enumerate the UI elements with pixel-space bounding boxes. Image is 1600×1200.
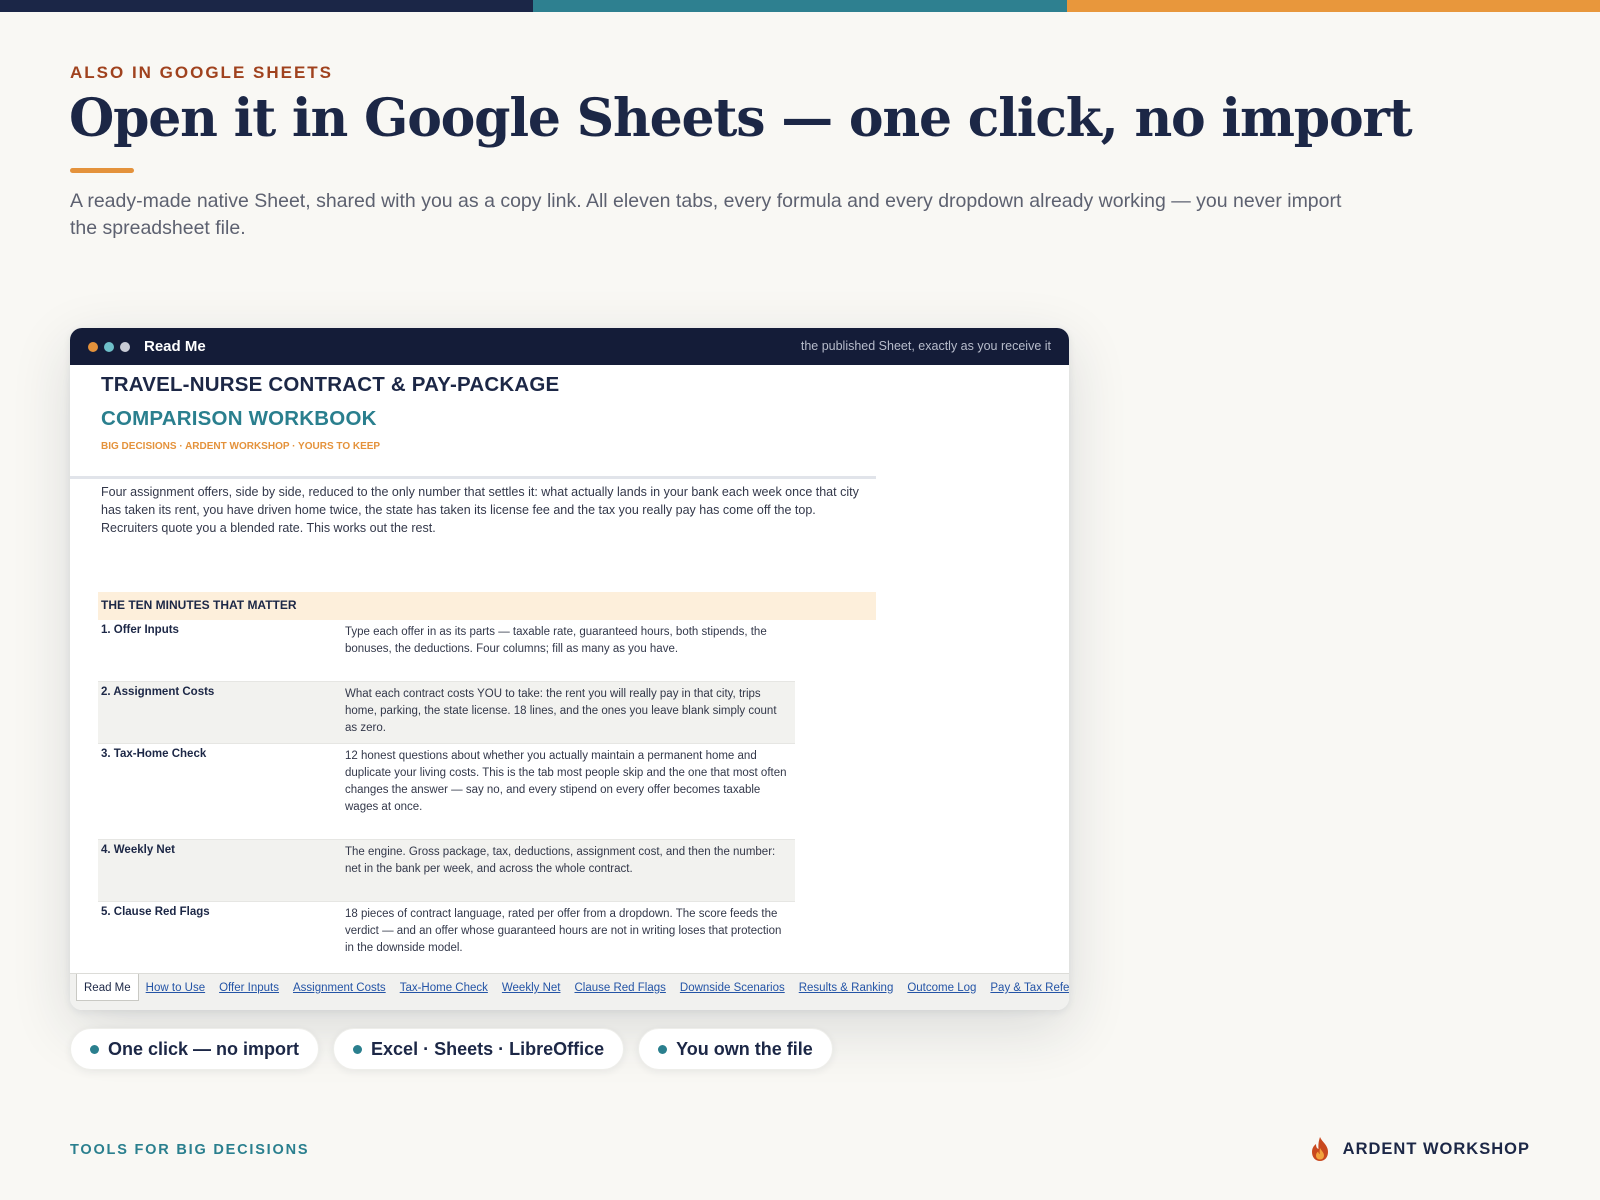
tab-pay-tax-reference[interactable]: Pay & Tax Reference	[983, 979, 1069, 997]
steps-table: 1. Offer Inputs Type each offer in as it…	[98, 620, 795, 973]
sheet-tab-bar: Read Me How to Use Offer Inputs Assignme…	[70, 973, 1069, 1010]
feature-pill: One click — no import	[70, 1028, 320, 1070]
brand-lockup: ARDENT WORKSHOP	[1309, 1136, 1530, 1162]
tab-tax-home-check[interactable]: Tax-Home Check	[393, 979, 495, 997]
feature-pill: You own the file	[638, 1028, 833, 1070]
sheet-title-line2: COMPARISON WORKBOOK	[101, 407, 377, 430]
title-underline	[70, 168, 134, 173]
row-description: 18 pieces of contract language, rated pe…	[345, 908, 782, 954]
bullet-dot-icon	[90, 1044, 99, 1054]
sheet-title-line1: TRAVEL-NURSE CONTRACT & PAY-PACKAGE	[101, 373, 560, 396]
tab-offer-inputs[interactable]: Offer Inputs	[212, 979, 286, 997]
table-row: 5. Clause Red Flags 18 pieces of contrac…	[98, 902, 795, 973]
top-accent-segment-navy	[0, 0, 534, 12]
row-label: 5. Clause Red Flags	[101, 906, 210, 918]
section-header: THE TEN MINUTES THAT MATTER	[98, 592, 876, 620]
window-titlebar: Read Me the published Sheet, exactly as …	[70, 328, 1069, 365]
window-title: Read Me	[144, 338, 206, 355]
pill-label: You own the file	[676, 1038, 813, 1059]
feature-pill: Excel · Sheets · LibreOffice	[333, 1028, 625, 1070]
tab-outcome-log[interactable]: Outcome Log	[900, 979, 983, 997]
pill-label: Excel · Sheets · LibreOffice	[371, 1038, 605, 1059]
row-label: 3. Tax-Home Check	[101, 748, 207, 760]
tab-how-to-use[interactable]: How to Use	[139, 979, 212, 997]
window-dot-orange	[88, 341, 98, 352]
row-description: The engine. Gross package, tax, deductio…	[345, 846, 776, 875]
tab-clause-red-flags[interactable]: Clause Red Flags	[567, 979, 672, 997]
table-row: 2. Assignment Costs What each contract c…	[98, 682, 795, 744]
sheet-intro: Four assignment offers, side by side, re…	[101, 485, 859, 535]
row-label: 2. Assignment Costs	[101, 686, 215, 698]
row-description: Type each offer in as its parts — taxabl…	[345, 626, 767, 655]
flame-logo-icon	[1311, 1137, 1328, 1161]
window-dot-grey	[120, 341, 130, 352]
table-row: 1. Offer Inputs Type each offer in as it…	[98, 620, 795, 682]
window-note: the published Sheet, exactly as you rece…	[800, 339, 1051, 353]
row-description: 12 honest questions about whether you ac…	[345, 750, 787, 813]
table-row: 3. Tax-Home Check 12 honest questions ab…	[98, 744, 795, 840]
sheet-divider	[70, 476, 876, 479]
feature-pills: One click — no import Excel · Sheets · L…	[70, 1028, 847, 1070]
tab-weekly-net[interactable]: Weekly Net	[495, 979, 568, 997]
tab-downside-scenarios[interactable]: Downside Scenarios	[673, 979, 792, 997]
table-row: 4. Weekly Net The engine. Gross package,…	[98, 840, 795, 902]
eyebrow-label: ALSO IN GOOGLE SHEETS	[70, 63, 334, 82]
row-label: 4. Weekly Net	[101, 844, 175, 856]
tab-assignment-costs[interactable]: Assignment Costs	[286, 979, 393, 997]
top-accent-segment-orange	[1066, 0, 1600, 12]
pill-label: One click — no import	[108, 1038, 300, 1059]
page-subtitle: A ready-made native Sheet, shared with y…	[70, 190, 1342, 239]
page-title: Open it in Google Sheets — one click, no…	[69, 88, 1413, 149]
tab-read-me[interactable]: Read Me	[76, 974, 139, 1001]
sheet-preview-window: Read Me the published Sheet, exactly as …	[70, 328, 1069, 1010]
row-description: What each contract costs YOU to take: th…	[345, 688, 777, 734]
footer-tagline: TOOLS FOR BIG DECISIONS	[70, 1142, 310, 1158]
brand-name: ARDENT WORKSHOP	[1342, 1139, 1530, 1158]
sheet-content[interactable]: TRAVEL-NURSE CONTRACT & PAY-PACKAGE COMP…	[70, 365, 1069, 973]
top-accent-bar	[0, 0, 1600, 12]
window-dot-teal	[104, 341, 114, 352]
row-label: 1. Offer Inputs	[101, 624, 179, 636]
tab-results-ranking[interactable]: Results & Ranking	[792, 979, 901, 997]
top-accent-segment-teal	[533, 0, 1067, 12]
bullet-dot-icon	[353, 1044, 363, 1054]
bullet-dot-icon	[658, 1044, 668, 1054]
sheet-tagline: BIG DECISIONS · ARDENT WORKSHOP · YOURS …	[101, 441, 381, 452]
